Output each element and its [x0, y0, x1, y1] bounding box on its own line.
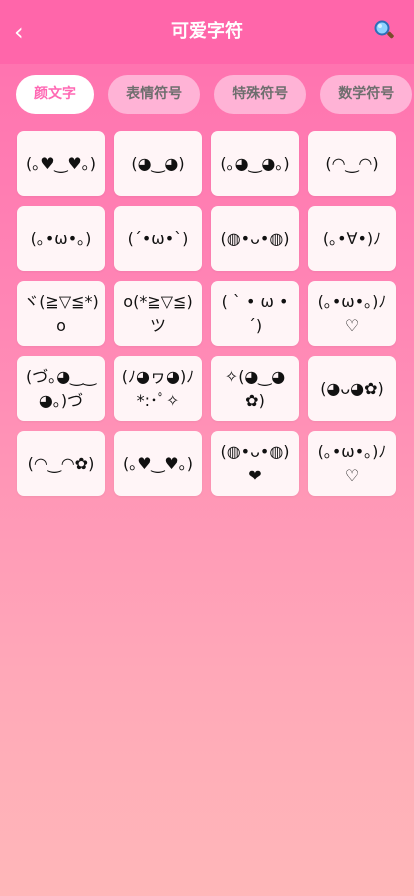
- kaomoji-text: (´•ω•`): [127, 228, 189, 248]
- kaomoji-item[interactable]: (｡•ω•｡): [17, 206, 105, 271]
- kaomoji-item[interactable]: ✧(◕‿◕✿): [211, 356, 299, 421]
- kaomoji-text: (ﾉ◕ヮ◕)ﾉ*:･ﾟ✧: [121, 366, 195, 410]
- kaomoji-text: (｡•ω•｡): [30, 228, 92, 248]
- category-tabs: 颜文字 表情符号 特殊符号 数学符号: [16, 75, 414, 115]
- kaomoji-item[interactable]: ヾ(≧▽≦*)o: [17, 281, 105, 346]
- kaomoji-item[interactable]: (｡•ω•｡)ﾉ♡: [308, 281, 396, 346]
- tab-emoji[interactable]: 表情符号: [108, 75, 201, 114]
- tab-math-symbols[interactable]: 数学符号: [320, 75, 413, 114]
- kaomoji-text: (◕‿◕): [131, 153, 185, 173]
- kaomoji-grid: (｡♥‿♥｡) (◕‿◕) (｡◕‿◕｡) (◠‿◠) (｡•ω•｡) (´•ω…: [17, 131, 397, 496]
- kaomoji-text: (◍•ᴗ•◍)❤: [220, 441, 290, 485]
- kaomoji-text: (づ｡◕‿‿◕｡)づ: [26, 366, 96, 410]
- kaomoji-item[interactable]: (づ｡◕‿‿◕｡)づ: [17, 356, 105, 421]
- kaomoji-text: (｡•ω•｡)ﾉ♡: [317, 291, 387, 335]
- kaomoji-text: (◍•ᴗ•◍): [220, 228, 290, 248]
- kaomoji-item[interactable]: (◍•ᴗ•◍)❤: [211, 431, 299, 496]
- kaomoji-text: o(*≧▽≦)ツ: [123, 291, 193, 335]
- kaomoji-text: (｡♥‿♥｡): [122, 453, 194, 473]
- kaomoji-text: (｡•∀•)ﾉ: [322, 228, 382, 248]
- kaomoji-item[interactable]: (｡♥‿♥｡): [17, 131, 105, 196]
- kaomoji-item[interactable]: (◠‿◠✿): [17, 431, 105, 496]
- kaomoji-item[interactable]: (ﾉ◕ヮ◕)ﾉ*:･ﾟ✧: [114, 356, 202, 421]
- page-title: 可爱字符: [171, 21, 243, 42]
- top-bar: ‹ 可爱字符: [0, 0, 414, 64]
- search-icon[interactable]: [372, 18, 396, 42]
- kaomoji-text: ( ` • ω • ´): [221, 291, 289, 335]
- kaomoji-item[interactable]: (´•ω•`): [114, 206, 202, 271]
- kaomoji-item[interactable]: (｡•ω•｡)ﾉ♡: [308, 431, 396, 496]
- kaomoji-text: (◠‿◠): [325, 153, 379, 173]
- kaomoji-item[interactable]: (◕‿◕): [114, 131, 202, 196]
- kaomoji-text: (｡•ω•｡)ﾉ♡: [317, 441, 387, 485]
- kaomoji-text: (｡◕‿◕｡): [220, 153, 290, 173]
- kaomoji-text: (◕ᴗ◕✿): [320, 378, 384, 398]
- tab-kaomoji[interactable]: 颜文字: [16, 75, 94, 114]
- kaomoji-item[interactable]: (｡•∀•)ﾉ: [308, 206, 396, 271]
- kaomoji-text: ✧(◕‿◕✿): [224, 366, 286, 410]
- kaomoji-item[interactable]: (｡♥‿♥｡): [114, 431, 202, 496]
- kaomoji-item[interactable]: (◕ᴗ◕✿): [308, 356, 396, 421]
- kaomoji-item[interactable]: (◠‿◠): [308, 131, 396, 196]
- kaomoji-text: (｡♥‿♥｡): [25, 153, 97, 173]
- kaomoji-item[interactable]: (｡◕‿◕｡): [211, 131, 299, 196]
- kaomoji-item[interactable]: (◍•ᴗ•◍): [211, 206, 299, 271]
- kaomoji-text: ヾ(≧▽≦*)o: [23, 291, 99, 335]
- kaomoji-text: (◠‿◠✿): [27, 453, 95, 473]
- kaomoji-item[interactable]: o(*≧▽≦)ツ: [114, 281, 202, 346]
- tab-special-symbols[interactable]: 特殊符号: [214, 75, 307, 114]
- kaomoji-item[interactable]: ( ` • ω • ´): [211, 281, 299, 346]
